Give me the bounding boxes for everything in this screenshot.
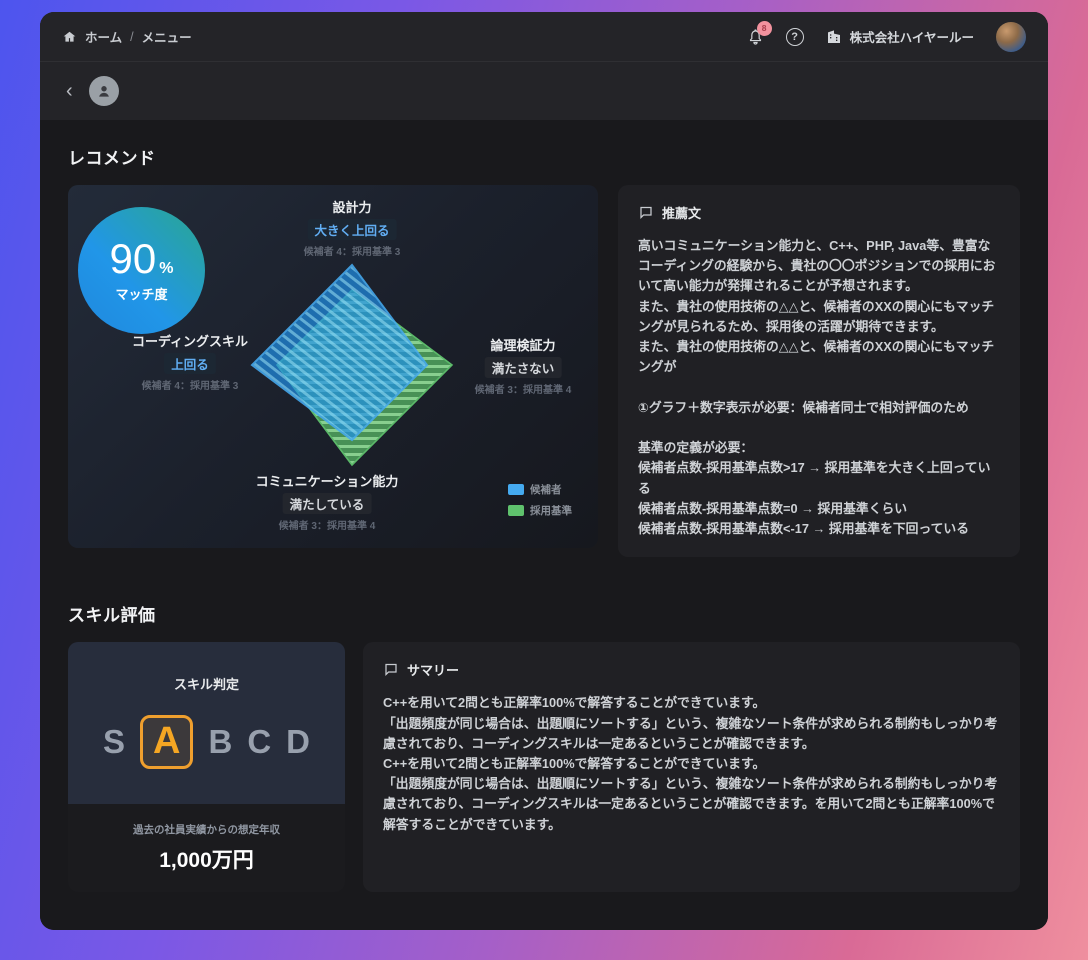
recommendation-title: 推薦文 bbox=[662, 203, 701, 222]
summary-body: C++を用いて2問とも正解率100%で解答することができています。 「出題頻度が… bbox=[383, 693, 1000, 835]
breadcrumb-separator: / bbox=[130, 30, 133, 44]
notifications-button[interactable]: 8 bbox=[747, 28, 764, 46]
comment-icon bbox=[383, 662, 399, 677]
verdict-badge: 満たしている bbox=[283, 493, 372, 514]
comment-icon bbox=[638, 205, 654, 220]
navbar-actions: 8 ? 株式会社ハイヤールー bbox=[747, 22, 1026, 52]
verdict-badge: 大きく上回る bbox=[307, 219, 396, 240]
match-score-value: 90 bbox=[110, 238, 157, 280]
person-icon bbox=[95, 82, 113, 100]
summary-panel: サマリー C++を用いて2問とも正解率100%で解答することができています。 「… bbox=[363, 642, 1020, 892]
skill-judgement-title: スキル判定 bbox=[174, 674, 239, 693]
help-button[interactable]: ? bbox=[786, 28, 804, 46]
grade-scale: SABCD bbox=[103, 715, 310, 769]
legend-candidate-swatch bbox=[508, 484, 524, 495]
notification-badge: 8 bbox=[757, 21, 772, 36]
app-window: ホーム / メニュー 8 ? 株式会社ハイヤールー bbox=[40, 12, 1048, 930]
verdict-badge: 上回る bbox=[164, 353, 216, 374]
legend-standard: 採用基準 bbox=[508, 503, 572, 518]
radar-axis-coding: コーディングスキル 上回る 候補者 4：採用基準 3 bbox=[132, 331, 248, 392]
candidate-subheader: ‹ bbox=[40, 62, 1048, 120]
grade-S: S bbox=[103, 723, 125, 761]
back-button[interactable]: ‹ bbox=[64, 81, 75, 101]
legend-standard-swatch bbox=[508, 505, 524, 516]
match-score-label: マッチ度 bbox=[115, 284, 167, 303]
recommend-section-title: レコメンド bbox=[68, 144, 1020, 169]
legend-candidate: 候補者 bbox=[508, 482, 572, 497]
grade-D: D bbox=[286, 723, 310, 761]
radar-legend: 候補者 採用基準 bbox=[508, 482, 572, 518]
top-navbar: ホーム / メニュー 8 ? 株式会社ハイヤールー bbox=[40, 12, 1048, 62]
radar-axis-logic: 論理検証力 満たさない 候補者 3：採用基準 4 bbox=[475, 335, 572, 396]
skill-judgement-card: スキル判定 SABCD 過去の社員実績からの想定年収 1,000万円 bbox=[68, 642, 345, 892]
recommendation-body: 高いコミュニケーション能力と、C++、PHP, Java等、豊富なコーディングの… bbox=[638, 236, 1000, 539]
grade-A: A bbox=[140, 715, 193, 769]
estimated-salary: 1,000万円 bbox=[159, 844, 254, 874]
recommendation-panel: 推薦文 高いコミュニケーション能力と、C++、PHP, Java等、豊富なコーデ… bbox=[618, 185, 1020, 557]
radar-axis-design: 設計力 大きく上回る 候補者 4：採用基準 3 bbox=[304, 197, 401, 258]
summary-title: サマリー bbox=[407, 660, 459, 679]
user-avatar[interactable] bbox=[996, 22, 1026, 52]
breadcrumb-home[interactable]: ホーム bbox=[85, 27, 122, 46]
match-radar-card: 90 % マッチ度 bbox=[68, 185, 598, 548]
main-content: レコメンド 90 % マッチ度 bbox=[40, 120, 1048, 930]
breadcrumb: ホーム / メニュー bbox=[62, 27, 192, 46]
company-switcher[interactable]: 株式会社ハイヤールー bbox=[826, 27, 974, 46]
grade-C: C bbox=[247, 723, 271, 761]
radar-axis-communication: コミュニケーション能力 満たしている 候補者 3：採用基準 4 bbox=[256, 471, 399, 532]
building-icon bbox=[826, 29, 842, 45]
desktop-background: ホーム / メニュー 8 ? 株式会社ハイヤールー bbox=[0, 0, 1088, 960]
company-name: 株式会社ハイヤールー bbox=[850, 27, 974, 46]
radar-chart bbox=[232, 253, 472, 483]
verdict-badge: 満たさない bbox=[485, 357, 562, 378]
candidate-avatar[interactable] bbox=[89, 76, 119, 106]
salary-caption: 過去の社員実績からの想定年収 bbox=[133, 822, 280, 837]
match-score-circle: 90 % マッチ度 bbox=[78, 207, 205, 334]
breadcrumb-current: メニュー bbox=[142, 27, 192, 46]
skill-section-title: スキル評価 bbox=[68, 601, 1020, 626]
help-icon: ? bbox=[786, 28, 804, 46]
grade-B: B bbox=[208, 723, 232, 761]
match-score-unit: % bbox=[159, 260, 173, 278]
home-icon[interactable] bbox=[62, 30, 77, 44]
